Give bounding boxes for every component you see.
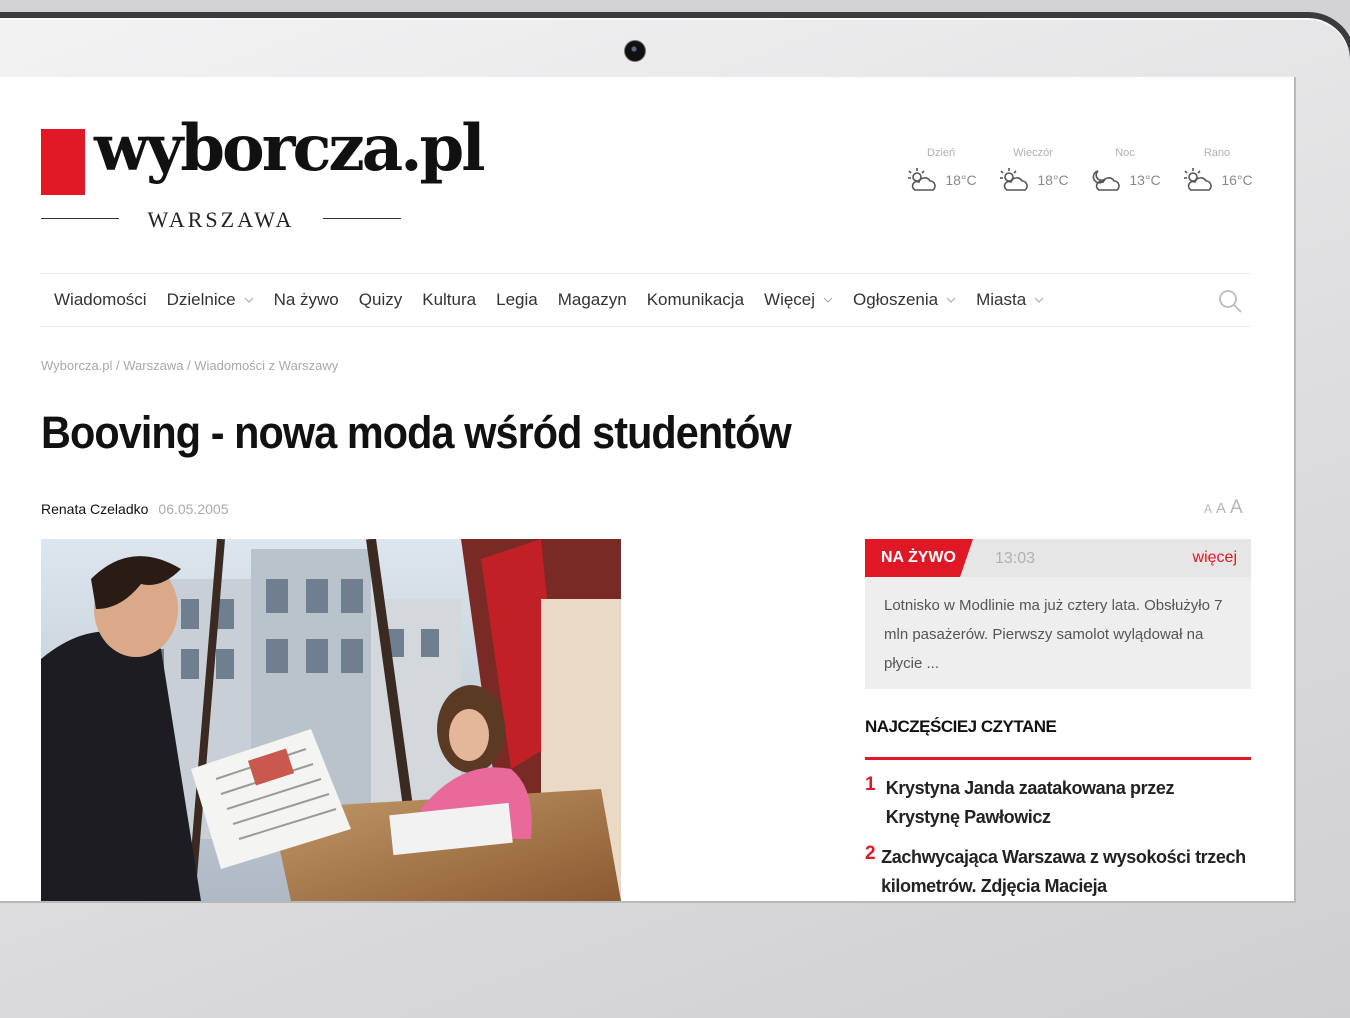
nav-item-komunikacja[interactable]: Komunikacja <box>647 290 744 310</box>
browser-screen: wyborcza.pl WARSZAWA Dzień 18°C Wieczór … <box>0 77 1296 903</box>
live-tag: NA ŻYWO <box>865 539 973 577</box>
article-photo[interactable] <box>41 539 621 901</box>
popular-item-number: 1 <box>865 774 876 795</box>
popular-item[interactable]: 2 Zachwycająca Warszawa z wysokości trze… <box>865 843 1251 901</box>
nav-item-miasta[interactable]: Miasta <box>976 290 1044 310</box>
author-name[interactable]: Renata Czeladko <box>41 501 148 517</box>
live-more-link[interactable]: więcej <box>1193 549 1237 567</box>
popular-item-title[interactable]: Krystyna Janda zaatakowana przez Krystyn… <box>886 774 1251 832</box>
nav-item-na-zywo[interactable]: Na żywo <box>274 290 339 310</box>
nav-item-ogloszenia[interactable]: Ogłoszenia <box>853 290 956 310</box>
webcam-icon <box>624 40 646 62</box>
nav-item-dzielnice[interactable]: Dzielnice <box>167 290 254 310</box>
main-nav: Wiadomości Dzielnice Na żywo Quizy Kultu… <box>41 273 1251 327</box>
live-time: 13:03 <box>995 550 1036 567</box>
nav-item-magazyn[interactable]: Magazyn <box>558 290 627 310</box>
font-size-controls: AAA <box>1200 497 1243 519</box>
partly-cloudy-icon <box>908 168 937 191</box>
chevron-down-icon <box>823 297 833 303</box>
weather-day: Dzień 18°C <box>898 147 984 193</box>
font-medium-button[interactable]: A <box>1216 500 1226 517</box>
logo-mark[interactable] <box>41 129 85 195</box>
weather-morning: Rano 16°C <box>1174 147 1260 193</box>
partly-cloudy-icon <box>1000 168 1029 191</box>
partly-cloudy-icon <box>1184 168 1213 191</box>
chevron-down-icon <box>244 297 254 303</box>
nav-item-legia[interactable]: Legia <box>496 290 538 310</box>
article-title: Booving - nowa moda wśród studentów <box>41 407 792 458</box>
popular-item-title[interactable]: Zachwycająca Warszawa z wysokości trzech… <box>881 843 1251 901</box>
popular-title: NAJCZĘŚCIEJ CZYTANE <box>865 717 1057 736</box>
live-box[interactable]: NA ŻYWO 13:03 więcej Lotnisko w Modlinie… <box>865 539 1251 689</box>
article-byline: Renata Czeladko 06.05.2005 <box>41 501 228 517</box>
breadcrumb[interactable]: Wyborcza.pl / Warszawa / Wiadomości z Wa… <box>41 358 338 373</box>
weather-widget[interactable]: Dzień 18°C Wieczór 18°C Noc 13°C Rano 16… <box>898 147 1260 193</box>
nav-item-wiadomosci[interactable]: Wiadomości <box>54 290 147 310</box>
nav-item-quizy[interactable]: Quizy <box>359 290 402 310</box>
popular-item-number: 2 <box>865 843 876 864</box>
weather-night: Noc 13°C <box>1082 147 1168 193</box>
live-header: NA ŻYWO 13:03 więcej <box>865 539 1251 577</box>
site-logo[interactable]: wyborcza.pl <box>94 117 486 181</box>
night-cloudy-icon <box>1092 170 1121 191</box>
font-small-button[interactable]: A <box>1204 502 1212 516</box>
city-label: WARSZAWA <box>41 205 401 233</box>
popular-item[interactable]: 1 Krystyna Janda zaatakowana przez Kryst… <box>865 774 1251 832</box>
weather-evening: Wieczór 18°C <box>990 147 1076 193</box>
chevron-down-icon <box>946 297 956 303</box>
nav-item-kultura[interactable]: Kultura <box>422 290 476 310</box>
nav-item-wiecej[interactable]: Więcej <box>764 290 833 310</box>
article-date: 06.05.2005 <box>158 501 229 517</box>
search-icon[interactable] <box>1217 288 1243 314</box>
live-text[interactable]: Lotnisko w Modlinie ma już cztery lata. … <box>865 577 1251 678</box>
font-large-button[interactable]: A <box>1230 497 1243 518</box>
popular-divider <box>865 757 1251 760</box>
chevron-down-icon <box>1034 297 1044 303</box>
